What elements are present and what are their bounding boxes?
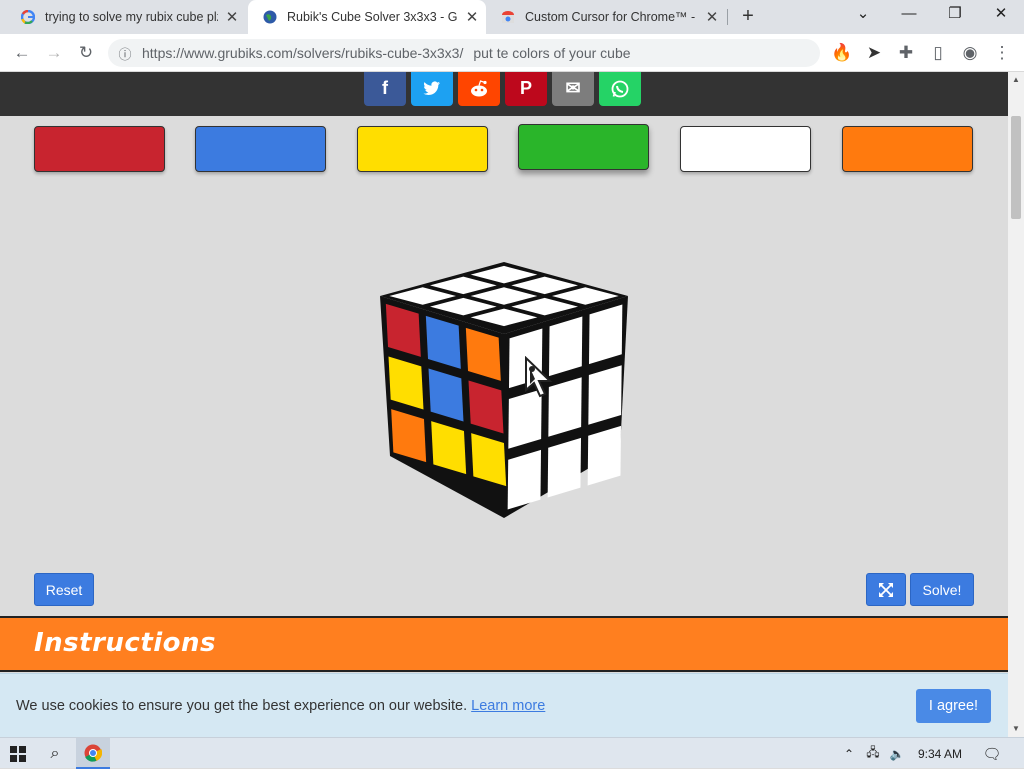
omnibox-query: put te colors of your cube: [473, 45, 631, 61]
cube-sticker[interactable]: [588, 365, 622, 425]
scroll-up-arrow-icon[interactable]: ▲: [1008, 72, 1024, 88]
color-swatch-orange[interactable]: [842, 126, 973, 172]
reddit-share-button[interactable]: [458, 72, 500, 106]
cookie-message: We use cookies to ensure you get the bes…: [16, 698, 468, 714]
tab-google-search[interactable]: trying to solve my rubix cube plz ✕: [6, 0, 246, 34]
close-tab-icon[interactable]: ✕: [698, 8, 726, 26]
windows-taskbar: ⌕ ⌃ 🖧 🔈 9:34 AM 🗨: [0, 737, 1024, 769]
notifications-icon[interactable]: 🗨: [980, 738, 1004, 769]
instructions-heading: Instructions: [34, 628, 217, 658]
globe-icon: [262, 9, 278, 25]
color-swatch-white[interactable]: [680, 126, 811, 172]
cube-right-face[interactable]: [507, 304, 623, 510]
cookie-banner: We use cookies to ensure you get the bes…: [0, 673, 1008, 737]
site-info-icon[interactable]: ⓘ: [108, 44, 142, 63]
extension-flame-icon[interactable]: 🔥: [828, 40, 856, 66]
mouse-cursor-icon: [525, 356, 553, 398]
cube-sticker[interactable]: [547, 437, 582, 498]
show-hidden-icons-chevron-icon[interactable]: ⌃: [840, 738, 858, 769]
page-scrollbar[interactable]: ▲ ▼: [1008, 72, 1024, 737]
twitter-share-button[interactable]: [411, 72, 453, 106]
fullscreen-icon: [879, 583, 893, 597]
menu-kebab-icon[interactable]: ⋮: [988, 40, 1016, 66]
tab-title: Custom Cursor for Chrome™ - Chrome Web S…: [525, 10, 698, 24]
profile-avatar-icon[interactable]: ◉: [956, 40, 984, 66]
scrollbar-thumb[interactable]: [1011, 116, 1021, 219]
tab-custom-cursor[interactable]: Custom Cursor for Chrome™ - Chrome Web S…: [486, 0, 726, 34]
cookie-agree-button[interactable]: I agree!: [916, 689, 991, 723]
color-swatch-yellow[interactable]: [357, 126, 488, 172]
close-window-icon[interactable]: ✕: [978, 0, 1024, 30]
tab-separator: [727, 9, 728, 25]
minimize-icon[interactable]: —: [886, 0, 932, 30]
back-arrow-icon[interactable]: ←: [8, 40, 36, 66]
pinterest-icon: P: [519, 78, 532, 98]
new-tab-button[interactable]: +: [735, 5, 761, 29]
side-panel-icon[interactable]: ▯: [924, 40, 952, 66]
windows-start-icon[interactable]: [4, 738, 32, 769]
email-icon: ✉: [565, 78, 581, 98]
tab-title: Rubik's Cube Solver 3x3x3 - Grubiks: [287, 10, 458, 24]
page-content: f P ✉ Reset Solve! Instructions We use c…: [0, 72, 1008, 737]
tab-search-icon[interactable]: ⌄: [840, 0, 886, 30]
volume-icon[interactable]: 🔈: [886, 738, 908, 769]
color-swatch-blue[interactable]: [195, 126, 326, 172]
extensions-puzzle-icon[interactable]: ✚: [892, 40, 920, 66]
cube-sticker[interactable]: [588, 304, 623, 365]
taskbar-clock[interactable]: 9:34 AM: [910, 738, 970, 769]
rubiks-cube-3d[interactable]: [376, 260, 632, 522]
google-icon: [20, 9, 36, 25]
facebook-share-button[interactable]: f: [364, 72, 406, 106]
restore-icon[interactable]: ❐: [932, 0, 978, 30]
instructions-section: Instructions: [0, 616, 1008, 672]
forward-arrow-icon[interactable]: →: [40, 40, 68, 66]
chrome-taskbar-icon[interactable]: [76, 738, 110, 769]
share-bar: f P ✉: [0, 72, 1008, 116]
learn-more-link[interactable]: Learn more: [471, 698, 545, 714]
cookie-message-line: We use cookies to ensure you get the bes…: [16, 698, 545, 714]
close-tab-icon[interactable]: ✕: [458, 8, 486, 26]
close-tab-icon[interactable]: ✕: [218, 8, 246, 26]
webstore-icon: [500, 9, 516, 25]
color-swatch-green[interactable]: [518, 124, 649, 170]
search-icon[interactable]: ⌕: [40, 738, 70, 769]
cube-sticker[interactable]: [507, 449, 542, 510]
facebook-icon: f: [382, 78, 388, 98]
color-swatch-red[interactable]: [34, 126, 165, 172]
browser-toolbar: ← → ↻ ⓘ https://www.grubiks.com/solvers/…: [0, 34, 1024, 72]
address-bar[interactable]: ⓘ https://www.grubiks.com/solvers/rubiks…: [108, 39, 820, 67]
network-icon[interactable]: 🖧: [862, 738, 884, 769]
pinterest-share-button[interactable]: P: [505, 72, 547, 106]
reset-button[interactable]: Reset: [34, 573, 94, 606]
cube-sticker[interactable]: [587, 425, 622, 486]
custom-cursor-extension-icon[interactable]: ➤: [860, 40, 888, 66]
whatsapp-share-button[interactable]: [599, 72, 641, 106]
twitter-icon: [423, 81, 441, 101]
reload-icon[interactable]: ↻: [72, 40, 100, 66]
scroll-down-arrow-icon[interactable]: ▼: [1008, 721, 1024, 737]
email-share-button[interactable]: ✉: [552, 72, 594, 106]
whatsapp-icon: [610, 80, 630, 103]
reddit-icon: [468, 80, 490, 102]
solve-button[interactable]: Solve!: [910, 573, 974, 606]
url-text: https://www.grubiks.com/solvers/rubiks-c…: [142, 45, 464, 61]
fullscreen-button[interactable]: [866, 573, 906, 606]
tab-strip: trying to solve my rubix cube plz ✕ Rubi…: [0, 0, 1024, 34]
tab-grubiks[interactable]: Rubik's Cube Solver 3x3x3 - Grubiks ✕: [248, 0, 486, 34]
tab-title: trying to solve my rubix cube plz: [45, 10, 218, 24]
